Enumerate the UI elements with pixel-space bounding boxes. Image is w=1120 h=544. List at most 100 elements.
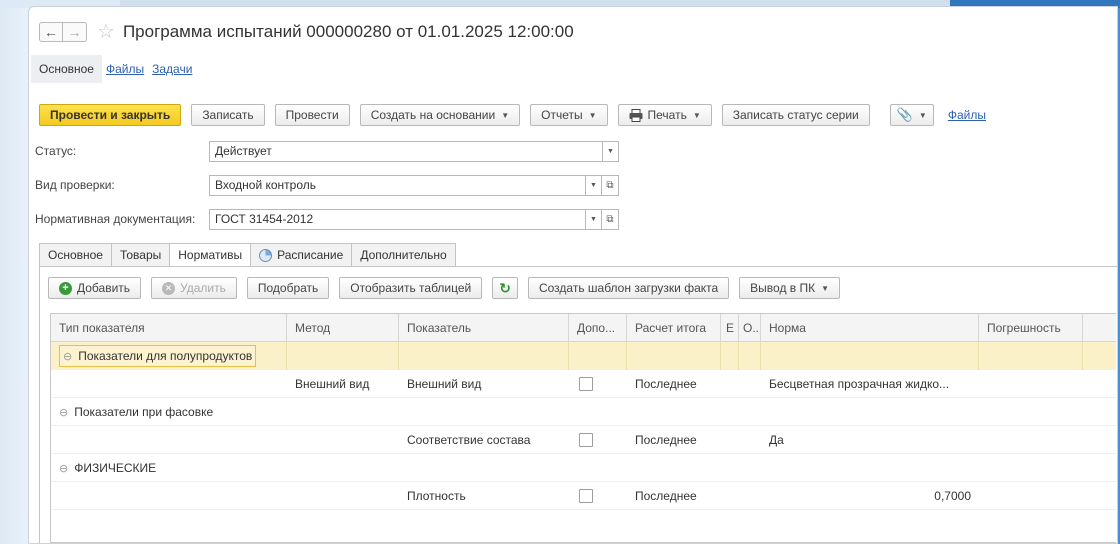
add-button[interactable]: + Добавить xyxy=(48,277,142,299)
nav-main[interactable]: Основное xyxy=(31,55,102,83)
norm-cell: Да xyxy=(769,433,784,447)
refresh-button[interactable]: ↻ xyxy=(492,277,518,299)
tab-goods[interactable]: Товары xyxy=(111,243,171,267)
table-cell xyxy=(721,342,739,370)
check-type-dropdown-button[interactable]: ▼ xyxy=(585,174,602,196)
save-button[interactable]: Записать xyxy=(191,104,265,126)
normative-doc-dropdown-button[interactable]: ▼ xyxy=(585,208,602,230)
show-as-table-button[interactable]: Отобразить таблицей xyxy=(339,277,483,299)
output-to-pc-button[interactable]: Вывод в ПК ▼ xyxy=(739,277,841,299)
status-dropdown-button[interactable]: ▼ xyxy=(602,140,619,162)
tab-schedule[interactable]: Расписание xyxy=(251,243,353,267)
table-row[interactable]: Соответствие состава Последнее Да xyxy=(51,426,1116,454)
record-series-status-button[interactable]: Записать статус серии xyxy=(721,104,870,126)
nav-tasks[interactable]: Задачи xyxy=(148,55,196,83)
group-cell[interactable]: ⊖ ФИЗИЧЕСКИЕ xyxy=(51,454,451,482)
delete-button[interactable]: ✕ Удалить xyxy=(151,277,237,299)
table-cell xyxy=(979,342,1083,370)
table-header: Тип показателя Метод Показатель Допо... … xyxy=(51,314,1116,342)
collapse-icon[interactable]: ⊖ xyxy=(59,463,68,475)
total-calc-cell: Последнее xyxy=(635,377,697,391)
table-cell xyxy=(721,370,739,398)
table-row[interactable]: Внешний вид Внешний вид Последнее Бесцве… xyxy=(51,370,1116,398)
group-title: Показатели для полупродуктов xyxy=(78,349,253,363)
table-cell xyxy=(979,482,1083,510)
table-cell xyxy=(569,482,627,510)
caret-down-icon: ▼ xyxy=(692,110,701,120)
table-cell xyxy=(979,370,1083,398)
create-based-on-label: Создать на основании xyxy=(370,108,496,122)
normative-doc-field[interactable]: ГОСТ 31454-2012 xyxy=(209,208,586,230)
method-cell xyxy=(287,482,399,510)
plus-icon: + xyxy=(59,281,72,295)
header-norm[interactable]: Норма xyxy=(761,314,979,342)
group-cell[interactable]: ⊖ Показатели при фасовке xyxy=(51,398,451,426)
tab-schedule-label: Расписание xyxy=(277,248,344,262)
header-o[interactable]: О.. xyxy=(739,314,761,342)
table-row[interactable]: Плотность Последнее 0,7000 xyxy=(51,482,1116,510)
refresh-icon: ↻ xyxy=(499,279,511,296)
check-type-open-button[interactable]: ⧉ xyxy=(602,174,619,196)
additional-checkbox[interactable] xyxy=(579,489,593,503)
arrow-left-icon: ← xyxy=(44,24,58,40)
table-cell xyxy=(569,342,627,370)
normative-doc-label: Нормативная документация: xyxy=(35,212,196,226)
collapse-icon[interactable]: ⊖ xyxy=(63,351,72,363)
tab-additional[interactable]: Дополнительно xyxy=(352,243,456,267)
additional-checkbox[interactable] xyxy=(579,377,593,391)
table-row-group[interactable]: ⊖ Показатели для полупродуктов xyxy=(51,342,1116,370)
collapse-icon[interactable]: ⊖ xyxy=(59,407,68,419)
print-button[interactable]: Печать ▼ xyxy=(617,104,712,126)
arrow-right-icon: → xyxy=(67,24,82,40)
pick-button[interactable]: Подобрать xyxy=(246,277,330,299)
post-and-close-button[interactable]: Провести и закрыть xyxy=(39,104,182,126)
form-tabs: Основное Товары Нормативы Расписание Доп… xyxy=(39,243,456,267)
header-unit[interactable]: Е xyxy=(721,314,739,342)
create-based-on-button[interactable]: Создать на основании ▼ xyxy=(359,104,521,126)
paperclip-icon: 📎 xyxy=(896,107,913,122)
indicator-cell: Плотность xyxy=(407,489,466,503)
create-template-button[interactable]: Создать шаблон загрузки факта xyxy=(527,277,730,299)
document-window: ← → ☆ Программа испытаний 000000280 от 0… xyxy=(28,6,1118,544)
norms-panel: + Добавить ✕ Удалить Подобрать Отобразит… xyxy=(39,266,1117,543)
table-row-group[interactable]: ⊖ Показатели при фасовке xyxy=(51,398,1116,426)
nav-files[interactable]: Файлы xyxy=(102,55,148,83)
header-indicator[interactable]: Показатель xyxy=(399,314,569,342)
post-button[interactable]: Провести xyxy=(274,104,350,126)
files-link[interactable]: Файлы xyxy=(948,108,986,122)
header-total-calc[interactable]: Расчет итога xyxy=(627,314,721,342)
table-cell xyxy=(1083,342,1116,370)
clock-icon xyxy=(259,248,273,262)
add-label: Добавить xyxy=(77,281,131,295)
table-cell xyxy=(399,342,569,370)
caret-down-icon: ▼ xyxy=(590,215,597,223)
tab-main[interactable]: Основное xyxy=(39,243,112,267)
total-calc-cell: Последнее xyxy=(635,433,697,447)
check-type-field[interactable]: Входной контроль xyxy=(209,174,586,196)
attachment-button[interactable]: 📎 ▼ xyxy=(889,104,934,126)
normative-doc-open-button[interactable]: ⧉ xyxy=(602,208,619,230)
table-row-group[interactable]: ⊖ ФИЗИЧЕСКИЕ xyxy=(51,454,1116,482)
status-field[interactable]: Действует xyxy=(209,140,603,162)
header-method[interactable]: Метод xyxy=(287,314,399,342)
header-additional[interactable]: Допо... xyxy=(569,314,627,342)
additional-checkbox[interactable] xyxy=(579,433,593,447)
group-title: ФИЗИЧЕСКИЕ xyxy=(74,461,157,475)
norms-table: Тип показателя Метод Показатель Допо... … xyxy=(50,313,1116,543)
back-button[interactable]: ← xyxy=(39,22,63,42)
group-title: Показатели при фасовке xyxy=(74,405,214,419)
tab-norms[interactable]: Нормативы xyxy=(170,243,252,267)
table-cell xyxy=(51,482,287,510)
table-cell xyxy=(287,342,399,370)
header-error[interactable]: Погрешность xyxy=(979,314,1083,342)
table-cell xyxy=(739,482,761,510)
group-cell[interactable]: ⊖ Показатели для полупродуктов xyxy=(51,342,287,370)
reports-label: Отчеты xyxy=(541,108,583,122)
favorite-star-icon[interactable]: ☆ xyxy=(97,22,115,42)
header-indicator-type[interactable]: Тип показателя xyxy=(51,314,287,342)
open-icon: ⧉ xyxy=(606,213,614,225)
reports-button[interactable]: Отчеты ▼ xyxy=(530,104,608,126)
forward-button[interactable]: → xyxy=(63,22,87,42)
table-cell xyxy=(721,426,739,454)
status-label: Статус: xyxy=(35,144,77,158)
